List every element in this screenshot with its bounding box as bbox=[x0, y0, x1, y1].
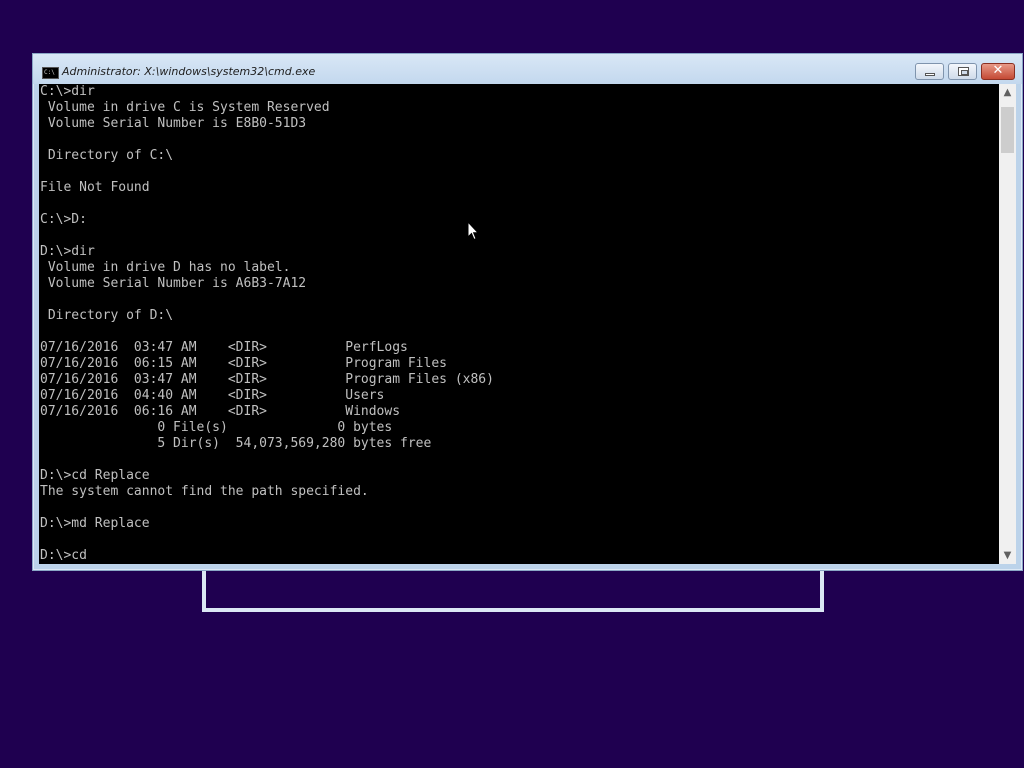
window-title: Administrator: X:\windows\system32\cmd.e… bbox=[62, 65, 316, 78]
scrollbar-thumb[interactable] bbox=[1001, 107, 1014, 153]
console-text: C:\>dir Volume in drive C is System Rese… bbox=[39, 84, 999, 564]
scroll-down-arrow-icon[interactable]: ▼ bbox=[999, 547, 1016, 564]
console-line: Volume in drive C is System Reserved bbox=[40, 100, 330, 115]
console-line: D:\>md Replace bbox=[40, 516, 150, 531]
console-line: Directory of D:\ bbox=[40, 308, 174, 323]
minimize-icon bbox=[925, 73, 935, 76]
console-line: 5 Dir(s) 54,073,569,280 bytes free bbox=[40, 436, 432, 451]
cmd-window[interactable]: C:\ Administrator: X:\windows\system32\c… bbox=[32, 53, 1023, 571]
console-line: Volume Serial Number is E8B0-51D3 bbox=[40, 116, 307, 131]
console-line: 07/16/2016 04:40 AM <DIR> Users bbox=[40, 388, 385, 403]
cmd-icon: C:\ bbox=[42, 67, 59, 79]
console-line: D:\>dir bbox=[40, 244, 95, 259]
console-line: C:\>dir bbox=[40, 84, 95, 99]
console-line: D:\>cd Replace bbox=[40, 468, 150, 483]
console-line: D:\>cd bbox=[40, 548, 87, 563]
console-line: The system cannot find the path specifie… bbox=[40, 484, 369, 499]
console-line: File Not Found bbox=[40, 180, 150, 195]
window-titlebar[interactable]: C:\ Administrator: X:\windows\system32\c… bbox=[33, 54, 1022, 84]
close-icon: ✕ bbox=[992, 63, 1004, 78]
console-line: 0 File(s) 0 bytes bbox=[40, 420, 393, 435]
desktop-background: C:\ Administrator: X:\windows\system32\c… bbox=[0, 0, 1024, 768]
console-line: C:\>D: bbox=[40, 212, 87, 227]
close-button[interactable]: ✕ bbox=[981, 63, 1015, 80]
minimize-button[interactable] bbox=[915, 63, 944, 80]
console-line: Volume in drive D has no label. bbox=[40, 260, 291, 275]
vertical-scrollbar[interactable]: ▲ ▼ bbox=[999, 84, 1016, 564]
scroll-up-arrow-icon[interactable]: ▲ bbox=[999, 84, 1016, 101]
restore-button[interactable] bbox=[948, 63, 977, 80]
restore-icon bbox=[958, 67, 969, 76]
console-line: 07/16/2016 03:47 AM <DIR> Program Files … bbox=[40, 372, 494, 387]
console-line: Volume Serial Number is A6B3-7A12 bbox=[40, 276, 307, 291]
console-output[interactable]: C:\>dir Volume in drive C is System Rese… bbox=[39, 84, 999, 564]
console-line: Directory of C:\ bbox=[40, 148, 174, 163]
console-line: 07/16/2016 03:47 AM <DIR> PerfLogs bbox=[40, 340, 408, 355]
console-line: 07/16/2016 06:16 AM <DIR> Windows bbox=[40, 404, 401, 419]
console-line: 07/16/2016 06:15 AM <DIR> Program Files bbox=[40, 356, 447, 371]
